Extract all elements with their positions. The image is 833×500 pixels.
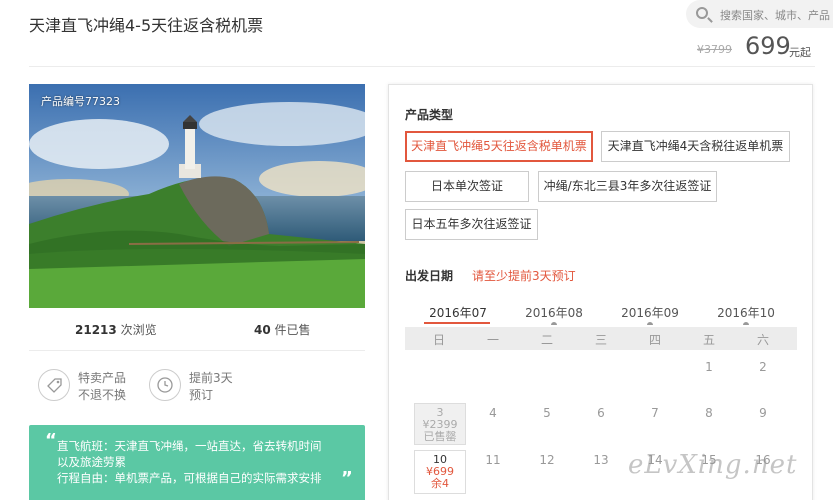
date-hint: 请至少提前3天预订	[472, 269, 576, 283]
sold-label: 件已售	[274, 323, 311, 337]
departure-date-title: 出发日期	[405, 269, 454, 283]
calendar-day: 1	[705, 360, 713, 374]
option-japan-5yr-visa[interactable]: 日本五年多次往返签证	[405, 209, 538, 240]
calendar-day: 8	[705, 406, 713, 420]
search-input[interactable]: 搜索国家、城市、产品	[720, 7, 830, 23]
current-price: 699	[745, 32, 791, 60]
views-label: 次浏览	[120, 323, 157, 337]
open-quote-icon: “	[45, 430, 57, 451]
month-tick	[551, 322, 557, 325]
search-box[interactable]: 搜索国家、城市、产品	[686, 0, 833, 28]
active-month-underline	[424, 322, 490, 324]
option-okinawa-3yr-visa[interactable]: 冲绳/东北三县3年多次往返签证	[538, 171, 717, 202]
calendar-day: 2	[759, 360, 767, 374]
calendar-day: 13	[593, 453, 609, 467]
feature-advance-line1: 提前3天	[189, 371, 233, 385]
tab-month-2016-10[interactable]: 2016年10	[706, 304, 786, 321]
weekday-sun: 日	[432, 333, 445, 347]
month-tick	[647, 322, 653, 325]
sold-count: 40	[254, 323, 271, 337]
price-unit: 元起	[789, 46, 811, 59]
calendar-day: 9	[759, 406, 767, 420]
original-price: ¥3799	[697, 43, 732, 56]
highlight-line-3: 行程自由：单机票产品，可根据自己的实际需求安排	[57, 471, 322, 485]
highlight-line-2: 以及旅途劳累	[57, 455, 126, 469]
product-photo: 产品编号77323	[29, 84, 365, 308]
weekday-mon: 一	[486, 333, 499, 347]
tab-month-2016-07[interactable]: 2016年07	[418, 304, 498, 321]
weekday-fri: 五	[702, 333, 715, 347]
header-divider	[29, 66, 815, 67]
clock-icon	[149, 369, 181, 401]
weekday-wed: 三	[594, 333, 607, 347]
calendar-day: 6	[597, 406, 605, 420]
calendar-day: 11	[485, 453, 501, 467]
views-count: 21213	[75, 323, 117, 337]
tab-month-2016-09[interactable]: 2016年09	[610, 304, 690, 321]
calendar-day: 4	[489, 406, 497, 420]
calendar-cell-sold-out: 3 ¥2399 已售罄	[414, 403, 466, 445]
weekday-tue: 二	[540, 333, 553, 347]
calendar-day: 5	[543, 406, 551, 420]
feature-advance-line2: 预订	[189, 388, 214, 402]
tab-month-2016-08[interactable]: 2016年08	[514, 304, 594, 321]
page-title: 天津直飞冲绳4-5天往返含税机票	[29, 16, 264, 35]
stats-divider	[29, 350, 365, 351]
sold-stat: 40 件已售	[254, 321, 311, 338]
product-type-title: 产品类型	[405, 108, 454, 122]
month-tick	[743, 322, 749, 325]
weekday-thu: 四	[648, 333, 661, 347]
views-stat: 21213 次浏览	[75, 321, 157, 338]
lighthouse-image	[29, 84, 365, 308]
calendar-day: 7	[651, 406, 659, 420]
weekday-sat: 六	[756, 333, 769, 347]
close-quote-icon: ”	[341, 468, 353, 489]
highlight-box: “ 直飞航班：天津直飞冲绳，一站直达，省去转机时间 以及旅途劳累 行程自由：单机…	[29, 425, 365, 500]
site-watermark: eLvXing.net	[628, 450, 798, 480]
calendar-cell-available[interactable]: 10 ¥699 余4	[414, 450, 466, 494]
product-id-label: 产品编号77323	[41, 95, 120, 108]
option-4day-ticket[interactable]: 天津直飞冲绳4天含税往返单机票	[601, 131, 790, 162]
feature-special-line1: 特卖产品	[78, 371, 127, 385]
weekday-header: 日 一 二 三 四 五 六	[405, 327, 797, 350]
feature-special-line2: 不退不换	[78, 388, 127, 402]
option-japan-single-visa[interactable]: 日本单次签证	[405, 171, 529, 202]
highlight-line-1: 直飞航班：天津直飞冲绳，一站直达，省去转机时间	[57, 439, 322, 453]
calendar-day: 12	[539, 453, 555, 467]
search-icon	[696, 7, 708, 19]
tag-icon	[38, 369, 70, 401]
option-5day-ticket[interactable]: 天津直飞冲绳5天往返含税单机票	[405, 131, 593, 162]
